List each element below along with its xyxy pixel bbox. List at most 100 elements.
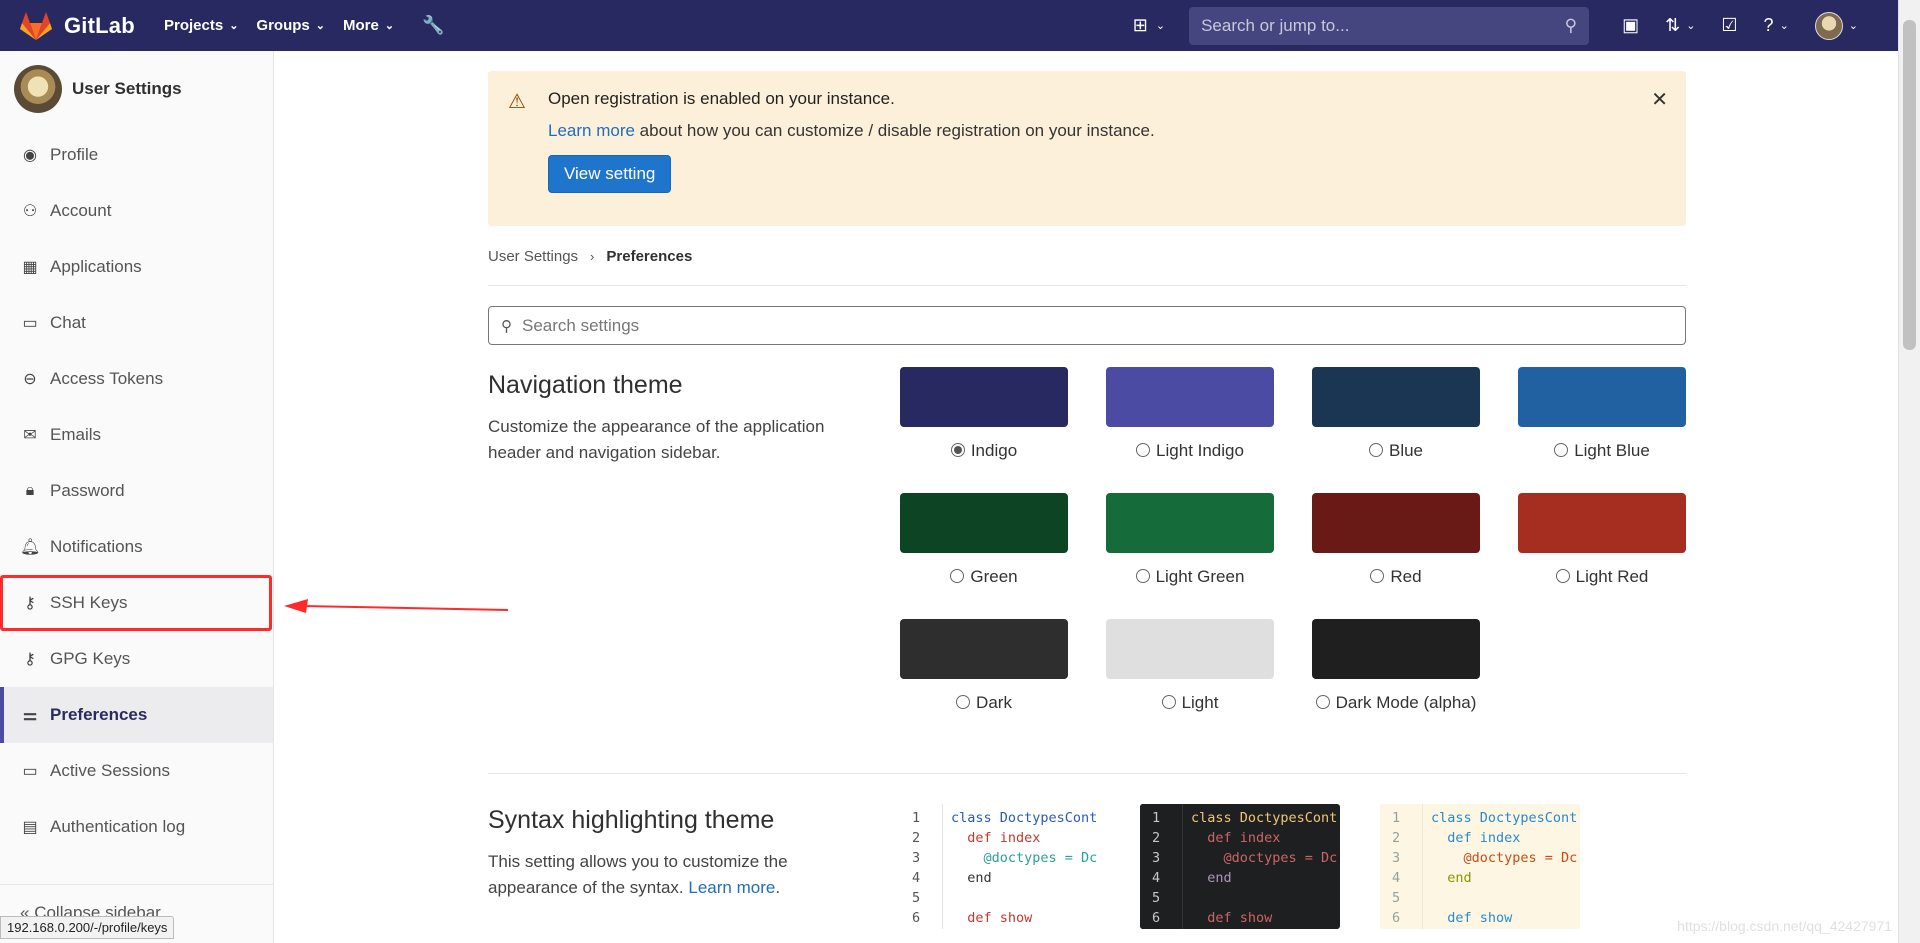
sidebar-item-label: GPG Keys <box>50 649 131 668</box>
theme-label[interactable]: Indigo <box>900 439 1068 487</box>
theme-label[interactable]: Light Red <box>1518 565 1686 613</box>
theme-label[interactable]: Light Indigo <box>1106 439 1274 487</box>
close-icon[interactable]: ✕ <box>1651 87 1668 112</box>
sidebar-item-account[interactable]: ⚇ Account <box>0 183 273 239</box>
theme-option[interactable]: Light Indigo <box>1106 367 1274 487</box>
global-search-input[interactable]: Search or jump to... ⚲ <box>1189 6 1590 45</box>
sidebar-header[interactable]: User Settings <box>0 51 273 127</box>
learn-more-link[interactable]: Learn more <box>548 121 635 140</box>
nav-more[interactable]: More ⌄ <box>343 17 394 34</box>
theme-swatch[interactable] <box>1106 493 1274 553</box>
theme-name: Indigo <box>970 441 1018 460</box>
learn-more-link[interactable]: Learn more <box>688 878 775 897</box>
theme-swatch[interactable] <box>900 367 1068 427</box>
theme-option[interactable]: Light Blue <box>1518 367 1686 487</box>
sidebar-item-label: Authentication log <box>50 817 186 836</box>
nav-groups[interactable]: Groups ⌄ <box>256 17 325 34</box>
admin-wrench-icon[interactable]: 🔧 <box>422 15 444 36</box>
sidebar-item-password[interactable]: 🔒︎ Password <box>0 463 273 519</box>
theme-label[interactable]: Dark <box>900 691 1068 739</box>
theme-option[interactable]: Light <box>1106 619 1274 739</box>
syntax-theme-sample[interactable]: 1 2 3 4 5 6 class DoctypesCont def index @doct… <box>1140 804 1340 929</box>
chevron-down-icon: ⌄ <box>1779 20 1789 32</box>
theme-label[interactable]: Light <box>1106 691 1274 739</box>
theme-swatch[interactable] <box>900 619 1068 679</box>
theme-option[interactable]: Dark <box>900 619 1068 739</box>
radio-button[interactable] <box>1370 569 1385 583</box>
theme-option[interactable]: Light Green <box>1106 493 1274 613</box>
theme-label[interactable]: Light Blue <box>1518 439 1686 487</box>
theme-swatch[interactable] <box>1312 619 1480 679</box>
sidebar-item-preferences[interactable]: ⚌ Preferences <box>0 687 273 743</box>
syntax-samples: 1 2 3 4 5 6 class DoctypesCont def index @doct… <box>900 804 1620 929</box>
merge-requests-icon[interactable]: ⇅ ⌄ <box>1665 15 1695 36</box>
radio-button[interactable] <box>1161 695 1176 709</box>
theme-label[interactable]: Red <box>1312 565 1480 613</box>
theme-label[interactable]: Green <box>900 565 1068 613</box>
syntax-theme-sample[interactable]: 1 2 3 4 5 6 class DoctypesCont def index @doct… <box>1380 804 1580 929</box>
settings-sidebar: User Settings ◉ Profile ⚇ Account ▦ Applica… <box>0 51 274 943</box>
new-dropdown-button[interactable]: ⊞ ⌄ <box>1133 15 1165 36</box>
theme-swatch[interactable] <box>900 493 1068 553</box>
top-right-controls: ⊞ ⌄ Search or jump to... ⚲ ▣ ⇅ ⌄ ☑ ? ⌄ ⌄ <box>1133 0 1898 51</box>
sidebar-item-access-tokens[interactable]: ⊖ Access Tokens <box>0 351 273 407</box>
theme-label[interactable]: Blue <box>1312 439 1480 487</box>
radio-button[interactable] <box>1136 443 1151 457</box>
sidebar-item-applications[interactable]: ▦ Applications <box>0 239 273 295</box>
theme-name: Blue <box>1388 441 1424 460</box>
sidebar-item-notifications[interactable]: 🔔︎ Notifications <box>0 519 273 575</box>
help-icon[interactable]: ? ⌄ <box>1764 15 1789 36</box>
theme-swatch[interactable] <box>1312 367 1480 427</box>
theme-swatch[interactable] <box>1518 493 1686 553</box>
theme-label[interactable]: Dark Mode (alpha) <box>1312 691 1480 739</box>
theme-option[interactable]: Blue <box>1312 367 1480 487</box>
nav-projects[interactable]: Projects ⌄ <box>164 17 238 34</box>
line-number: 4 <box>1392 870 1401 886</box>
sidebar-item-gpg-keys[interactable]: ⚷ GPG Keys <box>0 631 273 687</box>
status-bar-url: 192.168.0.200/-/profile/keys <box>0 916 175 939</box>
theme-name: Dark Mode (alpha) <box>1335 693 1477 712</box>
page-scrollbar[interactable] <box>1898 0 1920 943</box>
theme-swatch[interactable] <box>1518 367 1686 427</box>
app-name: GitLab <box>64 12 135 38</box>
radio-button[interactable] <box>956 695 971 709</box>
theme-option[interactable]: Green <box>900 493 1068 613</box>
sidebar-item-authentication-log[interactable]: ▤ Authentication log <box>0 799 273 855</box>
theme-option[interactable]: Indigo <box>900 367 1068 487</box>
radio-button[interactable] <box>950 569 965 583</box>
sidebar-item-emails[interactable]: ✉ Emails <box>0 407 273 463</box>
sidebar-item-ssh-keys[interactable]: ⚷ SSH Keys <box>0 575 272 631</box>
sidebar-item-profile[interactable]: ◉ Profile <box>0 127 273 183</box>
log-icon: ▤ <box>22 819 38 836</box>
theme-option[interactable]: Dark Mode (alpha) <box>1312 619 1480 739</box>
issues-icon[interactable]: ▣ <box>1622 15 1639 36</box>
line-number: 3 <box>1152 850 1161 866</box>
sidebar-item-chat[interactable]: ▭ Chat <box>0 295 273 351</box>
gitlab-logo[interactable]: GitLab <box>20 11 146 41</box>
user-menu[interactable]: ⌄ <box>1814 11 1858 40</box>
sidebar-item-label: Emails <box>50 425 102 444</box>
theme-swatch[interactable] <box>1106 367 1274 427</box>
line-number: 4 <box>1152 870 1161 886</box>
theme-option[interactable]: Light Red <box>1518 493 1686 613</box>
scrollbar-thumb[interactable] <box>1903 20 1916 350</box>
theme-label[interactable]: Light Green <box>1106 565 1274 613</box>
radio-button[interactable] <box>1554 443 1569 457</box>
theme-option[interactable]: Red <box>1312 493 1480 613</box>
radio-button[interactable] <box>1368 443 1383 457</box>
view-setting-button[interactable]: View setting <box>548 155 672 193</box>
theme-swatch[interactable] <box>1106 619 1274 679</box>
radio-button[interactable] <box>950 443 965 457</box>
line-numbers: 1 2 3 4 5 6 <box>1380 804 1422 929</box>
settings-search-input[interactable]: ⚲ Search settings <box>488 306 1686 345</box>
preferences-icon: ⚌ <box>22 707 38 724</box>
sidebar-item-active-sessions[interactable]: ▭ Active Sessions <box>0 743 273 799</box>
radio-button[interactable] <box>1315 695 1330 709</box>
syntax-theme-sample[interactable]: 1 2 3 4 5 6 class DoctypesCont def index @doct… <box>900 804 1100 929</box>
radio-button[interactable] <box>1135 569 1150 583</box>
theme-swatch[interactable] <box>1312 493 1480 553</box>
breadcrumb-parent[interactable]: User Settings <box>488 248 578 265</box>
todos-icon[interactable]: ☑ <box>1721 15 1737 36</box>
radio-button[interactable] <box>1555 569 1570 583</box>
